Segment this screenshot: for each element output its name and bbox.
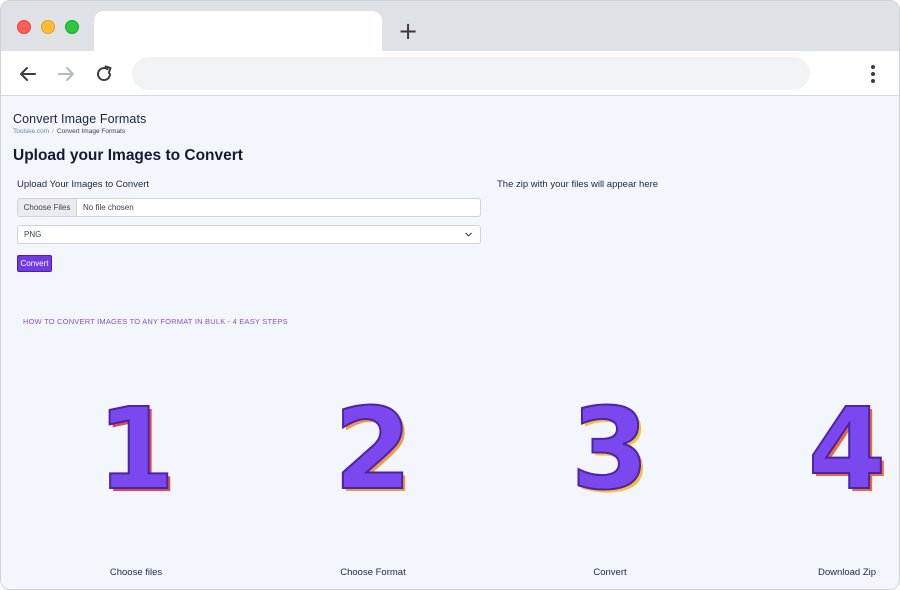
reload-icon[interactable] [91, 61, 117, 87]
minimize-window-icon[interactable] [41, 20, 55, 34]
breadcrumb: Toolske.com / Convert Image Formats [13, 128, 125, 135]
address-bar[interactable] [132, 57, 810, 90]
page-content: Convert Image Formats Toolske.com / Conver… [1, 97, 899, 589]
upload-label: Upload Your Images to Convert [17, 179, 150, 190]
step-label: Download Zip [817, 567, 877, 578]
format-select[interactable]: PNG [17, 225, 481, 244]
choose-files-button[interactable]: Choose Files [18, 199, 77, 216]
step-4: 4 4 Download Zip [777, 393, 899, 583]
browser-titlebar: + [1, 1, 899, 51]
number-2-graphic: 2 2 [333, 393, 415, 503]
step-3: 3 3 Convert [540, 393, 680, 583]
browser-window: + Convert Image Formats Toolske.com / Conv… [0, 0, 900, 590]
step-label: Choose Format [340, 567, 406, 578]
breadcrumb-home-link[interactable]: Toolske.com [13, 128, 49, 135]
step-number: 2 [334, 393, 412, 503]
breadcrumb-separator: / [52, 128, 54, 135]
site-title: Convert Image Formats [13, 112, 147, 126]
convert-button[interactable]: Convert [17, 255, 52, 272]
close-window-icon[interactable] [17, 20, 31, 34]
back-arrow-icon[interactable] [15, 61, 41, 87]
format-select-value: PNG [24, 230, 42, 239]
number-1-graphic: 1 1 [96, 393, 178, 503]
chevron-down-icon [465, 232, 472, 237]
step-label: Convert [593, 567, 627, 578]
active-tab[interactable] [94, 11, 382, 51]
browser-toolbar [1, 51, 899, 96]
step-1: 1 1 Choose files [66, 393, 206, 583]
step-2: 2 2 Choose Format [303, 393, 443, 583]
new-tab-icon[interactable]: + [396, 19, 420, 43]
maximize-window-icon[interactable] [65, 20, 79, 34]
file-input[interactable]: Choose Files No file chosen [17, 198, 481, 217]
step-number: 4 [808, 393, 886, 503]
zip-output-note: The zip with your files will appear here [497, 179, 659, 190]
menu-dots-icon[interactable] [868, 65, 878, 85]
step-number: 3 [571, 393, 649, 503]
number-4-graphic: 4 4 [807, 393, 889, 503]
step-label: Choose files [109, 567, 163, 578]
page-title: Upload your Images to Convert [13, 147, 243, 164]
howto-title: HOW TO CONVERT IMAGES TO ANY FORMAT IN B… [23, 317, 288, 326]
number-3-graphic: 3 3 [570, 393, 652, 503]
step-number: 1 [97, 393, 175, 503]
file-status-text: No file chosen [83, 203, 134, 212]
breadcrumb-current: Convert Image Formats [56, 128, 126, 135]
forward-arrow-icon[interactable] [53, 61, 79, 87]
